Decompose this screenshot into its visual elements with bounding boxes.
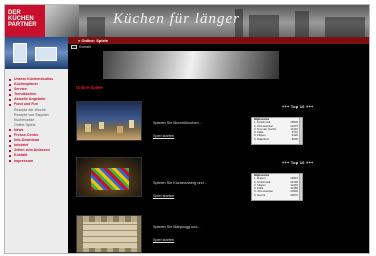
- game-thumbnail-moorhuhn[interactable]: [76, 101, 142, 141]
- highscore-row: 6. Henrik 10570: [252, 192, 302, 197]
- page-title: Online-Spiele: [76, 85, 103, 90]
- contact-label: Kontakt: [79, 45, 91, 49]
- bullet-icon: [9, 88, 11, 91]
- start-game-link[interactable]: Spiel starten: [153, 194, 243, 198]
- bullet-icon: [9, 78, 11, 81]
- sidebar-banner-image: [5, 37, 68, 69]
- breadcrumb: » Online: Spiele: [78, 38, 109, 43]
- highscore-name: 6. Henrik: [254, 192, 266, 197]
- page: DER KÜCHEN PARTNER Küchen für länger Uns…: [4, 4, 370, 254]
- bullet-icon: [9, 139, 11, 142]
- kitchen-silhouette: [325, 17, 365, 37]
- kitchen-silhouette: [295, 11, 309, 37]
- banner-image-element: [13, 43, 27, 63]
- game-thumbnail-kuechenzwerg[interactable]: [76, 157, 142, 197]
- highscore-list[interactable]: Highscores 1. M.Schmidt 15800 2. Otto Ham…: [251, 117, 303, 145]
- start-game-link[interactable]: Spiel starten: [153, 238, 243, 242]
- bullet-icon: [9, 93, 11, 96]
- bullet-icon: [9, 154, 11, 157]
- nav-item[interactable]: Impressum: [9, 159, 67, 164]
- highscore-value: 10570: [290, 192, 298, 197]
- header: DER KÜCHEN PARTNER Küchen für länger: [5, 5, 369, 37]
- game-board: [91, 168, 129, 190]
- game-description: Spielen Sie Mahjongg und...: [153, 225, 201, 229]
- bullet-icon: [9, 160, 11, 163]
- start-game-link[interactable]: Spiel starten: [153, 134, 243, 138]
- bullet-icon: [9, 134, 11, 137]
- highscore-list[interactable]: Highscores 1. Rupert 14810 2. M.Schmidt 13…: [251, 173, 303, 201]
- bullet-icon: [9, 104, 11, 107]
- highscore-row: 6. Dagobert 8930: [252, 136, 302, 141]
- game-description: Spielen Sie Moorhühnchen...: [153, 121, 202, 125]
- main-content: » Online: Spiele Kontakt Online-Spiele S…: [68, 37, 369, 253]
- game-sprite: [85, 124, 91, 132]
- mail-icon: [71, 45, 77, 49]
- game-description: Spielen Sie Küchenzwerg und...: [153, 181, 207, 185]
- tagline: Küchen für länger: [113, 11, 240, 27]
- game-board: [83, 222, 137, 248]
- game-sprite: [117, 126, 123, 133]
- breadcrumb-bar: » Online: Spiele: [68, 37, 369, 44]
- kitchen-silhouette: [249, 15, 279, 37]
- bullet-icon: [9, 129, 11, 132]
- kitchen-silhouette: [87, 17, 105, 37]
- game-thumbnail-mahjongg[interactable]: [76, 215, 142, 253]
- header-photo: [45, 5, 79, 37]
- sidebar: Unsere Küchenstudios Küchenplaner Servic…: [5, 37, 68, 253]
- top10-heading: +++ Top 10 +++: [282, 105, 314, 109]
- game-entry: Spielen Sie Küchenzwerg und... Spiel sta…: [153, 181, 243, 198]
- sidebar-nav: Unsere Küchenstudios Küchenplaner Servic…: [9, 77, 67, 164]
- logo[interactable]: DER KÜCHEN PARTNER: [5, 5, 45, 37]
- highscore-scrollbar[interactable]: [299, 118, 302, 144]
- contact-link[interactable]: Kontakt: [71, 45, 91, 49]
- game-entry: Spielen Sie Moorhühnchen... Spiel starte…: [153, 121, 243, 138]
- game-entry: Spielen Sie Mahjongg und... Spiel starte…: [153, 225, 243, 242]
- banner-image-element: [35, 47, 57, 61]
- logo-line-3: PARTNER: [8, 22, 37, 28]
- bullet-icon: [9, 149, 11, 152]
- bullet-icon: [9, 83, 11, 86]
- highscore-name: 6. Dagobert: [254, 136, 269, 141]
- top10-heading: +++ Top 10 +++: [282, 161, 314, 165]
- game-sprite: [129, 120, 134, 128]
- nav-item-label: Impressum: [14, 158, 34, 163]
- section-banner-image: [103, 51, 279, 79]
- bullet-icon: [9, 144, 11, 147]
- bullet-icon: [9, 98, 11, 101]
- highscore-value: 8930: [291, 136, 298, 141]
- game-sprite: [99, 122, 104, 129]
- highscore-scrollbar[interactable]: [299, 174, 302, 200]
